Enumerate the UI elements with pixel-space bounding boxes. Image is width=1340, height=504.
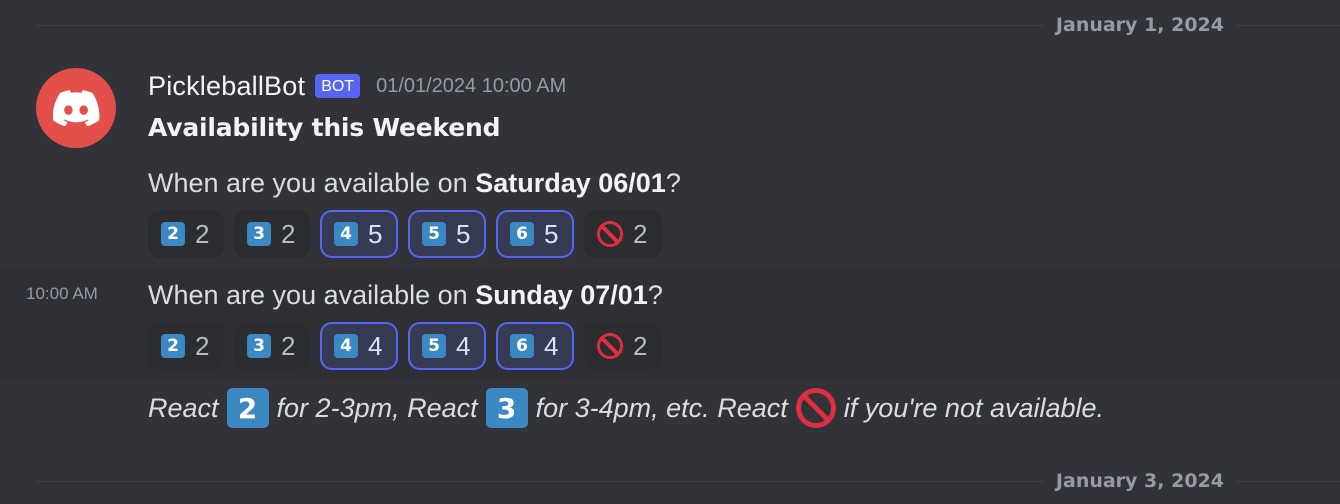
footer-text: if you're not available. <box>843 392 1105 423</box>
divider-line <box>1236 480 1340 482</box>
no-entry-icon <box>597 221 623 247</box>
divider-line <box>36 24 1044 26</box>
keycap-5-icon: 5 <box>422 222 446 246</box>
hover-timestamp[interactable]: 10:00 AM <box>26 284 98 304</box>
divider-line <box>36 480 1044 482</box>
reaction-button[interactable]: 44 <box>320 322 398 370</box>
reaction-count: 5 <box>544 218 559 249</box>
bot-tag: BOT <box>315 73 361 99</box>
reaction-count: 2 <box>633 218 648 249</box>
keycap-3-icon: 3 <box>247 334 271 358</box>
date-divider-top: January 1, 2024 <box>36 15 1340 34</box>
question-prefix: When are you available on <box>148 168 476 198</box>
question-day: Saturday 06/01 <box>475 168 666 198</box>
instructions-text: React 2 for 2-3pm, React 3 for 3-4pm, et… <box>148 388 1104 428</box>
divider-line <box>1236 24 1340 26</box>
question-prefix: When are you available on <box>148 280 476 310</box>
reaction-count: 2 <box>195 218 210 249</box>
keycap-2-icon: 2 <box>161 222 185 246</box>
keycap-2-icon: 2 <box>226 388 269 428</box>
reaction-count: 2 <box>281 330 296 361</box>
message-title: Availability this Weekend <box>148 113 501 142</box>
date-divider-bottom: January 3, 2024 <box>36 471 1340 490</box>
divider-date: January 1, 2024 <box>1055 13 1224 36</box>
avatar[interactable] <box>36 68 116 148</box>
reaction-count: 2 <box>633 330 648 361</box>
reaction-count: 5 <box>368 218 383 249</box>
footer-text: for 2-3pm, React <box>276 392 478 423</box>
reaction-count: 2 <box>195 330 210 361</box>
reaction-button[interactable]: 22 <box>148 210 224 258</box>
discord-logo-icon <box>52 90 100 126</box>
reaction-button[interactable]: 2 <box>584 210 662 258</box>
reaction-button[interactable]: 65 <box>496 210 574 258</box>
reaction-button[interactable]: 2 <box>584 322 662 370</box>
keycap-6-icon: 6 <box>510 334 534 358</box>
reaction-count: 5 <box>456 218 471 249</box>
keycap-3-icon: 3 <box>247 222 271 246</box>
no-entry-icon <box>597 333 623 359</box>
keycap-2-icon: 2 <box>161 334 185 358</box>
divider-date: January 3, 2024 <box>1055 469 1224 492</box>
footer-text: React <box>148 392 219 423</box>
sunday-question: When are you available on Sunday 07/01? <box>148 280 663 311</box>
reaction-button[interactable]: 64 <box>496 322 574 370</box>
message-timestamp[interactable]: 01/01/2024 10:00 AM <box>376 75 566 98</box>
author-username[interactable]: PickleballBot <box>148 71 305 102</box>
keycap-3-icon: 3 <box>485 388 528 428</box>
question-suffix: ? <box>647 280 663 310</box>
reaction-count: 4 <box>368 330 383 361</box>
reaction-button[interactable]: 54 <box>408 322 486 370</box>
keycap-4-icon: 4 <box>334 222 358 246</box>
no-entry-icon <box>795 388 836 428</box>
saturday-question: When are you available on Saturday 06/01… <box>148 168 681 199</box>
reaction-button[interactable]: 22 <box>148 322 224 370</box>
question-suffix: ? <box>665 168 681 198</box>
reaction-button[interactable]: 55 <box>408 210 486 258</box>
reaction-button[interactable]: 32 <box>234 210 310 258</box>
saturday-reactions: 22324555652 <box>148 210 662 258</box>
reaction-count: 4 <box>456 330 471 361</box>
keycap-4-icon: 4 <box>334 334 358 358</box>
reaction-count: 2 <box>281 218 296 249</box>
sunday-reactions: 22324454642 <box>148 322 662 370</box>
question-day: Sunday 07/01 <box>475 280 648 310</box>
footer-text: for 3-4pm, etc. React <box>535 392 788 423</box>
reaction-button[interactable]: 45 <box>320 210 398 258</box>
reaction-count: 4 <box>544 330 559 361</box>
keycap-6-icon: 6 <box>510 222 534 246</box>
reaction-button[interactable]: 32 <box>234 322 310 370</box>
message-header: PickleballBot BOT 01/01/2024 10:00 AM <box>148 68 566 104</box>
keycap-5-icon: 5 <box>422 334 446 358</box>
